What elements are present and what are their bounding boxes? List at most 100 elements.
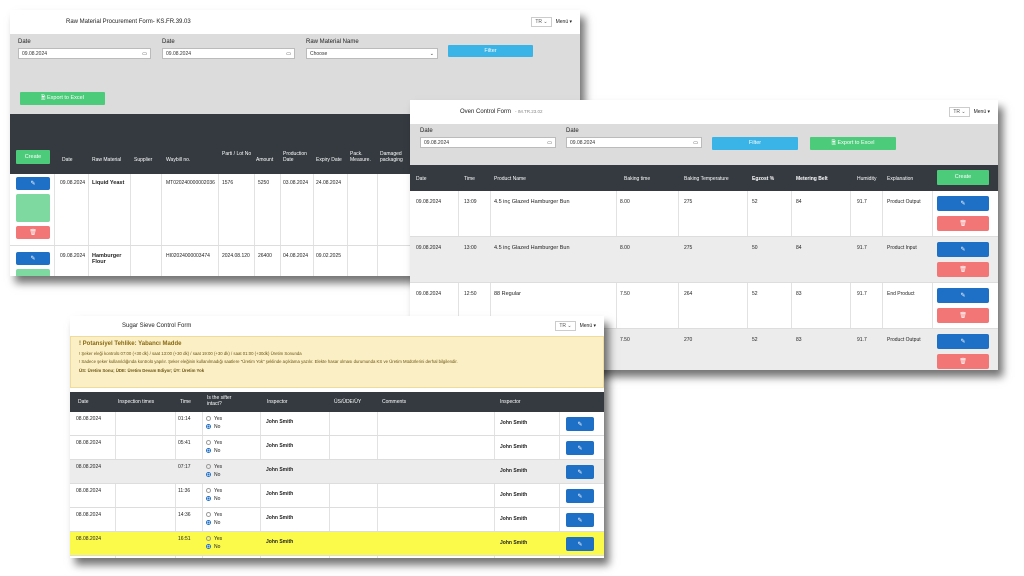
radio-yes[interactable]: Yes: [206, 463, 222, 471]
table-row: 08.08.2024 11:36 John Smith John Smith Yes No…: [70, 484, 604, 508]
radio-yes[interactable]: Yes: [206, 511, 222, 519]
trash-icon: 🗑: [959, 221, 967, 227]
row-inspector: John Smith: [266, 419, 294, 425]
language-select[interactable]: TR ⌄: [555, 321, 576, 331]
calendar-icon: ▭: [547, 139, 552, 146]
language-select[interactable]: TR ⌄: [531, 17, 552, 27]
edit-button[interactable]: ✎: [937, 288, 989, 303]
edit-icon: ✎: [577, 421, 583, 428]
menu-dropdown[interactable]: Menü ▾: [580, 323, 596, 329]
edit-button[interactable]: ✎: [937, 242, 989, 257]
date-to-input[interactable]: 09.08.2024 ▭: [566, 137, 702, 148]
warning-line-1: ! Şeker eleği kontrolü 07:00 (+30 dk) / …: [79, 351, 302, 356]
row-prod-date: 04.08.2024: [283, 253, 309, 259]
row-prod-date: 03.08.2024: [283, 180, 309, 186]
row-inspector-2: John Smith: [500, 516, 528, 522]
col-product: Product Name: [494, 176, 526, 182]
col-pack-measure: Pack. Measure.: [350, 151, 371, 163]
sifter-intact-radio-group: Yes No: [206, 439, 222, 455]
row-temp: 275: [684, 245, 693, 251]
edit-icon: ✎: [577, 517, 583, 524]
row-date: 09.08.2024: [60, 253, 86, 259]
sugar-titlebar: Sugar Sieve Control Form TR ⌄ Menü ▾: [70, 316, 604, 336]
calendar-icon: ▭: [693, 139, 698, 146]
radio-yes[interactable]: Yes: [206, 439, 222, 447]
col-supplier: Supplier: [134, 157, 153, 163]
date-from-input[interactable]: 09.08.2024 ▭: [18, 48, 151, 59]
row-date: 08.08.2024: [76, 416, 102, 422]
date-from-input[interactable]: 09.08.2024 ▭: [420, 137, 556, 148]
filter-button[interactable]: Filter: [712, 137, 798, 150]
radio-no[interactable]: No: [206, 543, 222, 551]
radio-yes[interactable]: Yes: [206, 487, 222, 495]
col-date: Date: [78, 399, 89, 405]
row-hum: 91.7: [857, 199, 867, 205]
row-inspector-2: John Smith: [500, 420, 528, 426]
delete-button[interactable]: 🗑: [937, 262, 989, 277]
date-label-2: Date: [566, 128, 579, 134]
edit-button[interactable]: ✎: [937, 196, 989, 211]
date-to-input[interactable]: 09.08.2024 ▭: [162, 48, 295, 59]
col-metering-belt: Metering Belt: [796, 176, 828, 182]
create-button[interactable]: Create: [16, 150, 50, 164]
row-time: 12:50: [464, 291, 477, 297]
delete-button[interactable]: 🗑: [937, 354, 989, 369]
row-temp: 275: [684, 199, 693, 205]
row-egz: 50: [752, 245, 758, 251]
row-inspector-2: John Smith: [500, 444, 528, 450]
warning-box: ! Potansiyel Tehlike: Yabancı Madde ! Şe…: [70, 336, 604, 388]
row-time: 01:14: [178, 416, 191, 422]
export-excel-button[interactable]: 🗎 Export to Excel: [810, 137, 896, 150]
radio-no[interactable]: No: [206, 519, 222, 527]
delete-button[interactable]: 🗑: [937, 216, 989, 231]
row-inspector-2: John Smith: [500, 468, 528, 474]
filter-button[interactable]: Filter: [448, 45, 533, 57]
radio-no[interactable]: No: [206, 423, 222, 431]
edit-button[interactable]: ✎: [937, 334, 989, 349]
warning-title: ! Potansiyel Tehlike: Yabancı Madde: [79, 341, 182, 347]
row-exp: Product Input: [887, 245, 917, 251]
edit-button[interactable]: ✎: [566, 489, 594, 503]
row-waybill: MT020240000002036: [166, 180, 215, 186]
menu-dropdown[interactable]: Menü ▾: [974, 109, 990, 115]
edit-button[interactable]: ✎: [566, 537, 594, 551]
delete-button[interactable]: 🗑: [937, 308, 989, 323]
delete-button[interactable]: 🗑: [16, 226, 50, 239]
row-time: 14:36: [178, 512, 191, 518]
date-label: Date: [18, 39, 31, 45]
create-button[interactable]: Create: [937, 170, 989, 185]
menu-dropdown[interactable]: Menü ▾: [556, 19, 572, 25]
table-header: Date Inspection times Time Is the sifter…: [70, 392, 604, 412]
row-temp: 270: [684, 337, 693, 343]
edit-button[interactable]: ✎: [566, 417, 594, 431]
radio-no[interactable]: No: [206, 447, 222, 455]
raw-material-label: Raw Material Name: [306, 39, 359, 45]
row-exp-date: 09.02.2025: [316, 253, 342, 259]
radio-yes[interactable]: Yes: [206, 535, 222, 543]
edit-button[interactable]: ✎: [16, 252, 50, 265]
col-raw-material: Raw Material: [92, 157, 122, 163]
approve-button[interactable]: [16, 269, 50, 276]
row-bt: 8.00: [620, 245, 630, 251]
col-date: Date: [416, 176, 427, 182]
approve-button[interactable]: [16, 194, 50, 222]
edit-button[interactable]: ✎: [16, 177, 50, 190]
row-amount: 26400: [258, 253, 272, 259]
col-amount: Amount: [256, 157, 274, 163]
edit-button[interactable]: ✎: [566, 513, 594, 527]
export-excel-button[interactable]: 🗎 Export to Excel: [20, 92, 105, 105]
radio-yes[interactable]: Yes: [206, 415, 222, 423]
raw-material-select[interactable]: Choose ⌄: [306, 48, 438, 59]
sugar-sieve-window: Sugar Sieve Control Form TR ⌄ Menü ▾ ! P…: [70, 316, 604, 558]
row-time: 05:41: [178, 440, 191, 446]
edit-button[interactable]: ✎: [566, 465, 594, 479]
edit-button[interactable]: ✎: [566, 441, 594, 455]
radio-no[interactable]: No: [206, 471, 222, 479]
table-row: 09.08.2024 13:09 4.5 inç Glazed Hamburger …: [410, 191, 998, 237]
language-select[interactable]: TR ⌄: [949, 107, 970, 117]
edit-icon: ✎: [960, 201, 966, 207]
radio-no[interactable]: No: [206, 495, 222, 503]
col-date: Date: [62, 157, 73, 163]
col-time: Time: [464, 176, 475, 182]
calendar-icon: ▭: [142, 50, 147, 57]
